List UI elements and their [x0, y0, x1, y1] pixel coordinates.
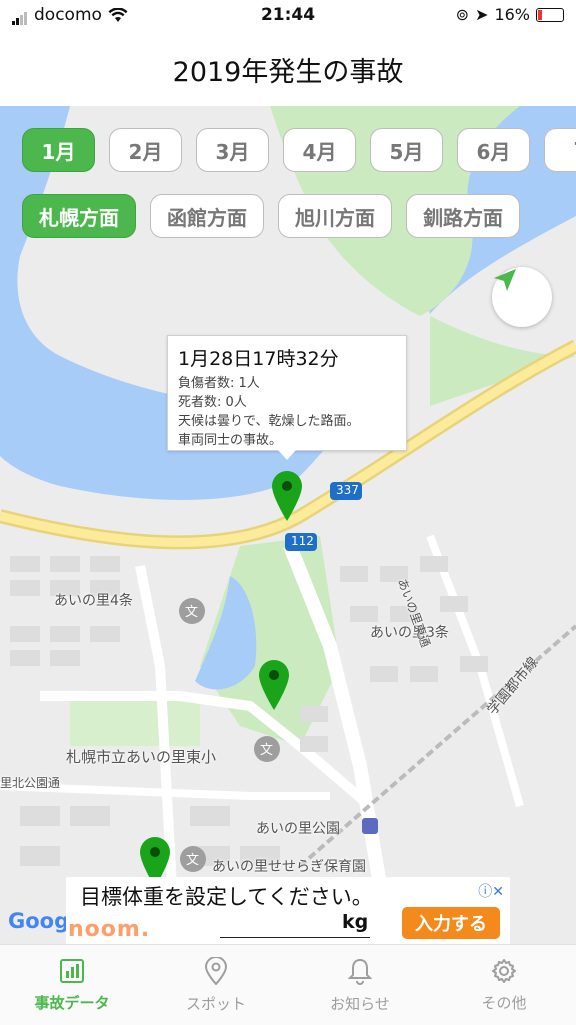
google-logo: Goog	[8, 909, 70, 933]
map-view[interactable]: 337 112 あいの里4条 あいの里3条 札幌市立あいの里東小 あいの里公園 …	[0, 106, 576, 944]
accident-pin[interactable]	[259, 660, 289, 710]
ad-text: 目標体重を設定してください。	[80, 885, 373, 909]
ad-banner[interactable]: 目標体重を設定してください。 ⓘ✕ noom. kg 入力する	[66, 877, 510, 944]
map-label-park: あいの里公園	[256, 821, 340, 837]
map-label-school: 札幌市立あいの里東小	[66, 748, 217, 766]
month-chip-7[interactable]: 7	[544, 128, 576, 172]
map-label-area4: あいの里4条	[54, 593, 133, 609]
location-pin-icon	[204, 956, 228, 985]
accident-pin-selected[interactable]	[272, 471, 302, 521]
callout-type: 車両同士の事故。	[178, 433, 283, 448]
callout-injured: 負傷者数: 1人	[178, 376, 260, 391]
chart-icon	[60, 958, 84, 983]
tab-spot[interactable]: スポット	[144, 945, 288, 1025]
ad-unit-label: kg	[342, 911, 369, 933]
month-chip-6[interactable]: 6月	[457, 128, 530, 172]
ad-brand-logo: noom.	[68, 917, 151, 942]
gear-icon	[492, 958, 516, 983]
region-chip-hakodate[interactable]: 函館方面	[150, 194, 264, 238]
page-title: 2019年発生の事故	[172, 57, 404, 88]
school-icon: 文	[260, 743, 274, 758]
tab-bar: 事故データ スポット お知らせ その他	[0, 944, 576, 1025]
region-filter-row: 札幌方面 函館方面 旭川方面 釧路方面	[22, 194, 520, 238]
month-chip-1[interactable]: 1月	[22, 128, 95, 172]
ad-cta-button[interactable]: 入力する	[402, 907, 500, 939]
month-chip-4[interactable]: 4月	[283, 128, 356, 172]
ad-input-line	[220, 937, 370, 938]
tab-accident-data[interactable]: 事故データ	[0, 945, 144, 1025]
map-label-nursery: あいの里せせらぎ保育園	[212, 859, 366, 875]
nav-header: 2019年発生の事故	[0, 30, 576, 107]
region-chip-kushiro[interactable]: 釧路方面	[406, 194, 520, 238]
school-icon: 文	[185, 605, 199, 620]
month-chip-5[interactable]: 5月	[370, 128, 443, 172]
tab-label: スポット	[185, 994, 246, 1013]
tab-label: 事故データ	[34, 993, 110, 1012]
map-label-north-park: 里北公園通	[0, 776, 61, 790]
battery-percent: 16%	[494, 5, 530, 24]
month-chip-2[interactable]: 2月	[109, 128, 182, 172]
accident-info-callout[interactable]: 1月28日17時32分 負傷者数: 1人 死者数: 0人 天候は曇りで、乾燥した…	[167, 335, 407, 460]
month-filter-row: 1月 2月 3月 4月 5月 6月 7	[22, 128, 576, 172]
callout-deaths: 死者数: 0人	[178, 395, 247, 410]
tab-other[interactable]: その他	[432, 945, 576, 1025]
tab-label: お知らせ	[330, 994, 390, 1013]
region-chip-asahikawa[interactable]: 旭川方面	[278, 194, 392, 238]
callout-title: 1月28日17時32分	[178, 348, 339, 370]
callout-weather: 天候は曇りで、乾燥した路面。	[178, 414, 360, 429]
tab-label: その他	[481, 993, 527, 1012]
current-location-button[interactable]	[492, 267, 552, 327]
status-bar: docomo 21:44 ⊚ ➤ 16%	[0, 0, 576, 30]
region-chip-sapporo[interactable]: 札幌方面	[22, 194, 136, 238]
bell-icon	[348, 958, 372, 985]
status-right: ⊚ ➤ 16%	[456, 5, 564, 24]
rotation-lock-icon: ⊚	[455, 5, 470, 24]
tab-notice[interactable]: お知らせ	[288, 945, 432, 1025]
callout-pointer	[278, 450, 296, 460]
school-icon: 文	[186, 853, 200, 868]
battery-icon	[536, 7, 564, 22]
navigation-arrow-icon	[494, 269, 516, 291]
location-arrow-icon: ➤	[475, 5, 489, 24]
route-112-label: 112	[291, 534, 314, 548]
route-337-label: 337	[336, 483, 359, 497]
month-chip-3[interactable]: 3月	[196, 128, 269, 172]
ad-close-icon[interactable]: ⓘ✕	[478, 881, 504, 901]
